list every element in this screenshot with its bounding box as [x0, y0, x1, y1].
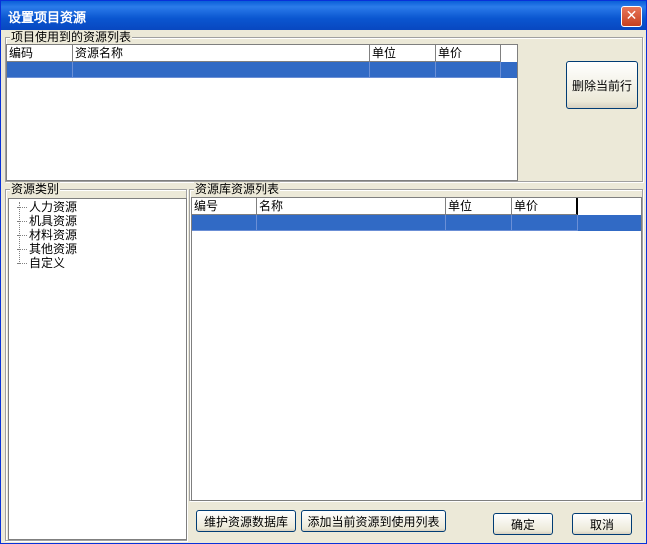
library-grid[interactable]: 编号 名称 单位 单价: [191, 197, 642, 501]
used-grid-header: 编码 资源名称 单位 单价: [7, 45, 517, 62]
column-header-number[interactable]: 编号: [192, 198, 257, 215]
column-header-resource-name[interactable]: 资源名称: [73, 45, 370, 62]
column-header-price[interactable]: 单价: [512, 198, 578, 215]
table-row[interactable]: [7, 62, 517, 78]
column-header-name[interactable]: 名称: [257, 198, 446, 215]
tree-item-other[interactable]: 其他资源: [17, 242, 77, 256]
close-button[interactable]: ✕: [621, 6, 642, 27]
column-header-price[interactable]: 单价: [436, 45, 501, 62]
dialog-window: 设置项目资源 ✕ 项目使用到的资源列表 编码 资源名称 单位 单价 删除当前行 …: [0, 0, 647, 544]
close-icon: ✕: [625, 8, 638, 24]
column-header-code[interactable]: 编码: [7, 45, 73, 62]
title-bar[interactable]: 设置项目资源 ✕: [1, 1, 646, 30]
tree-item-custom[interactable]: 自定义: [17, 256, 65, 270]
used-resources-grid[interactable]: 编码 资源名称 单位 单价: [6, 44, 518, 181]
delete-row-label: 删除当前行: [571, 78, 632, 93]
category-tree[interactable]: 人力资源 机具资源 材料资源 其他资源 自定义: [8, 198, 187, 540]
tree-item-materials[interactable]: 材料资源: [17, 228, 77, 242]
used-resources-label: 项目使用到的资源列表: [10, 30, 133, 44]
tree-item-labor[interactable]: 人力资源: [17, 200, 77, 214]
library-label: 资源库资源列表: [194, 182, 281, 196]
cancel-button[interactable]: 取消: [572, 513, 632, 535]
delete-row-button[interactable]: 删除当前行: [566, 61, 638, 109]
column-header-unit[interactable]: 单位: [446, 198, 512, 215]
library-grid-header: 编号 名称 单位 单价: [192, 198, 641, 215]
ok-button[interactable]: 确定: [493, 513, 553, 535]
maintain-database-button[interactable]: 维护资源数据库: [196, 510, 296, 532]
add-to-used-list-button[interactable]: 添加当前资源到使用列表: [301, 510, 446, 532]
category-label: 资源类别: [10, 182, 61, 196]
column-header-unit[interactable]: 单位: [370, 45, 436, 62]
window-title: 设置项目资源: [8, 11, 87, 26]
table-row[interactable]: [192, 215, 641, 231]
tree-item-machinery[interactable]: 机具资源: [17, 214, 77, 228]
